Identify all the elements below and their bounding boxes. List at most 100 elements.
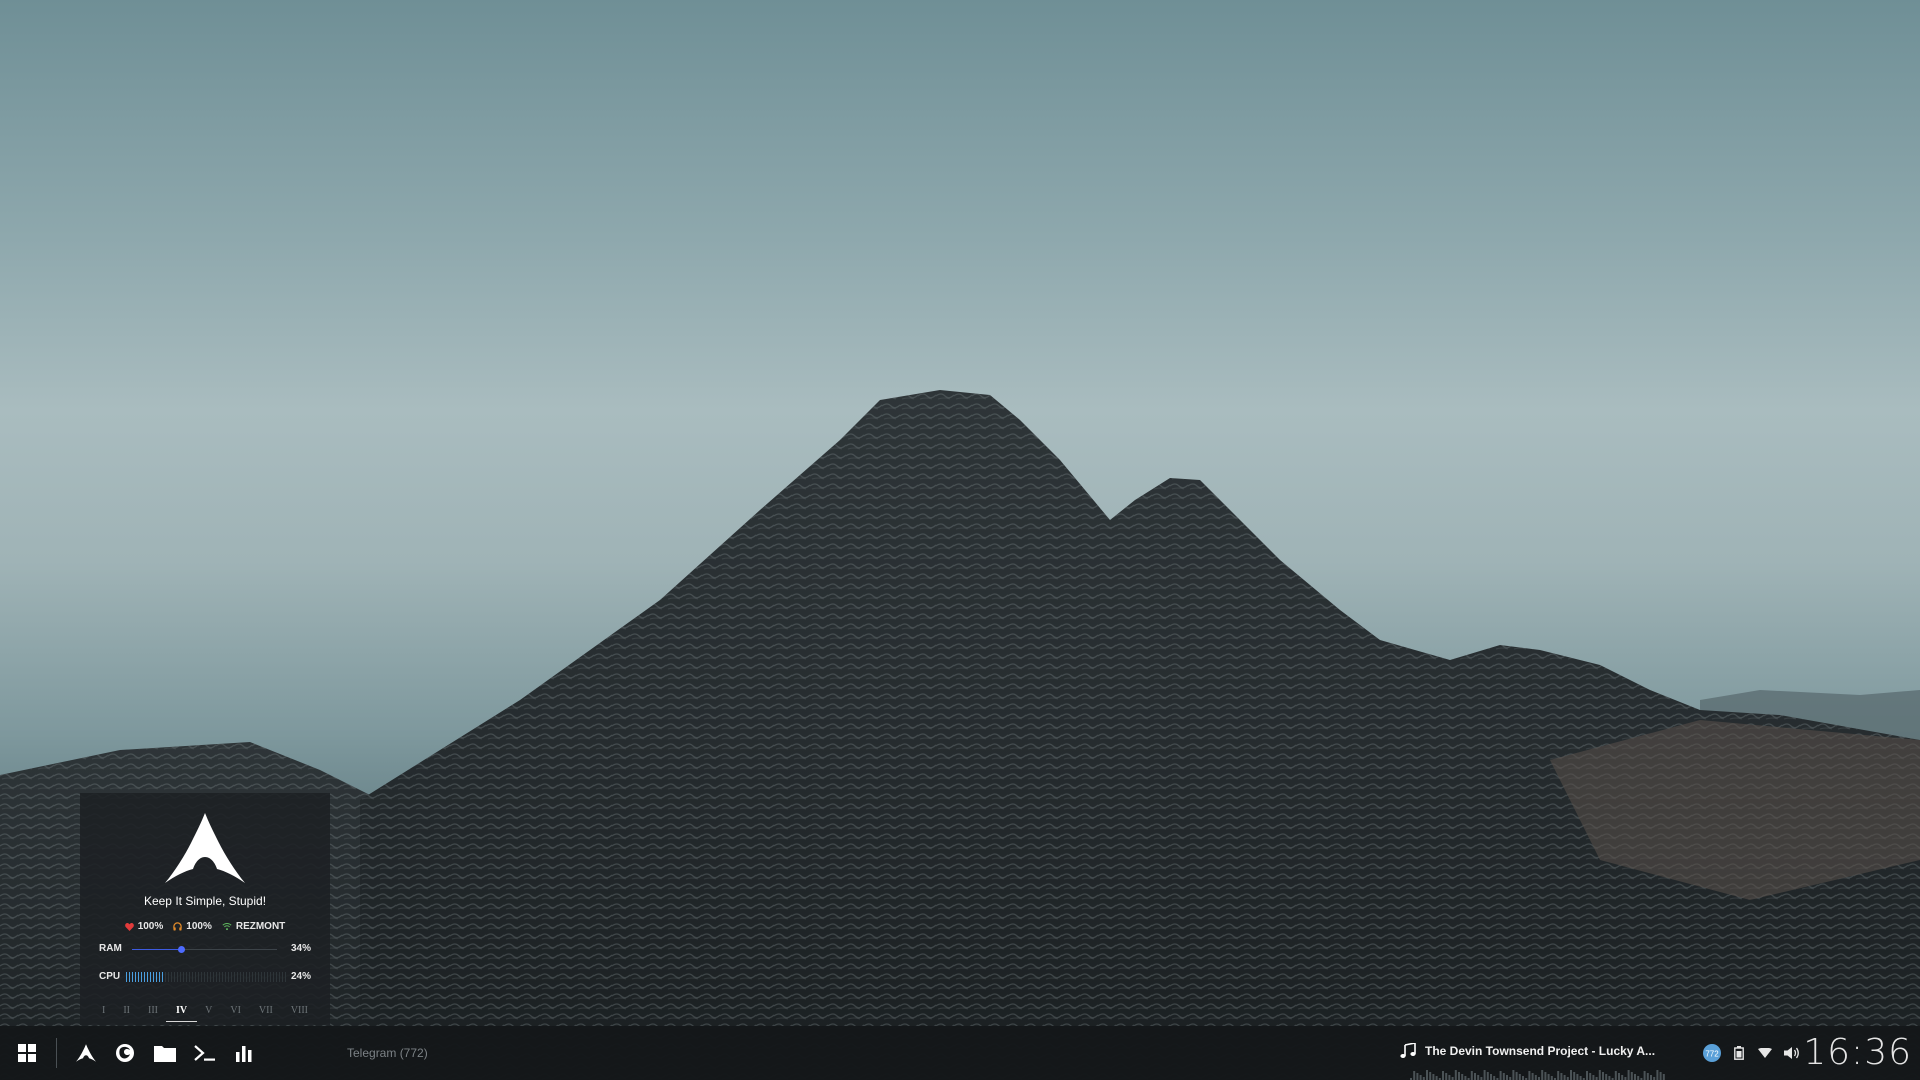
visualizer-bar [1627, 1070, 1630, 1080]
tray-network[interactable] [1753, 1026, 1777, 1080]
visualizer-bar [1499, 1071, 1502, 1080]
network-status: REZMONT [222, 921, 285, 932]
visualizer-bar [1662, 1074, 1665, 1080]
visualizer-bar [1493, 1076, 1496, 1080]
visualizer-bar [1515, 1072, 1518, 1080]
headphones-value: 100% [186, 921, 212, 932]
visualizer-bar [1461, 1074, 1464, 1080]
network-name: REZMONT [235, 921, 286, 932]
arch-logo-icon [165, 813, 245, 883]
arch-launcher[interactable] [66, 1026, 106, 1080]
visualizer-bar [1634, 1074, 1636, 1080]
visualizer-bar [1547, 1074, 1550, 1080]
visualizer-bar [1576, 1074, 1579, 1080]
visualizer-bar [1445, 1073, 1448, 1080]
visualizer-bar [1429, 1072, 1432, 1080]
workspace-3[interactable]: III [148, 1005, 158, 1025]
tray-telegram[interactable]: 772 [1700, 1026, 1724, 1080]
workspace-switcher: I II III IV V VI VII VIII [80, 1003, 330, 1025]
visualizer-bar [1646, 1073, 1649, 1080]
visualizer-bar [1637, 1076, 1640, 1080]
battery-status: 100% [124, 921, 163, 932]
visualizer-bar [1426, 1070, 1428, 1080]
tray-volume[interactable] [1780, 1026, 1804, 1080]
ram-track [132, 946, 277, 953]
files-launcher[interactable] [145, 1026, 185, 1080]
visualizer-bar [1579, 1076, 1582, 1080]
visualizer-bar [1470, 1071, 1473, 1080]
ram-value: 34% [290, 943, 311, 954]
now-playing-title: The Devin Townsend Project - Lucky A... [1425, 1044, 1656, 1058]
visualizer-bar [1586, 1071, 1588, 1080]
ram-fill [132, 949, 182, 950]
tray-battery[interactable] [1727, 1026, 1751, 1080]
visualizer-bar [1598, 1070, 1601, 1080]
visualizer-bar [1650, 1075, 1652, 1080]
taskbar-separator [56, 1038, 57, 1068]
headphones-icon [173, 922, 182, 931]
telegram-icon: 772 [1703, 1044, 1721, 1062]
workspace-2[interactable]: II [123, 1005, 130, 1025]
visualizer-bar [1506, 1075, 1508, 1080]
visualizer-bar [1589, 1073, 1592, 1080]
task-telegram[interactable]: Telegram (772) [347, 1046, 428, 1060]
ram-meter: RAM 34% [99, 943, 311, 957]
visualizer-bar [1416, 1073, 1419, 1080]
workspace-5[interactable]: V [205, 1005, 212, 1025]
windows-icon [18, 1044, 36, 1062]
visualizer-bar [1413, 1071, 1416, 1080]
visualizer-bar [1550, 1076, 1553, 1080]
visualizer-bar [1573, 1072, 1576, 1080]
folder-icon [154, 1046, 176, 1062]
visualizer-bar [1518, 1074, 1521, 1080]
visualizer-bar [1643, 1071, 1646, 1080]
wifi-icon [1758, 1048, 1772, 1058]
volume-icon [1784, 1047, 1799, 1059]
monitor-launcher[interactable] [224, 1026, 264, 1080]
visualizer-bar [1570, 1070, 1572, 1080]
music-note-icon [1400, 1043, 1416, 1058]
workspace-4[interactable]: IV [165, 1005, 198, 1025]
cpu-meter: CPU 24% [99, 971, 311, 985]
visualizer-bar [1557, 1071, 1560, 1080]
audio-visualizer [1410, 1070, 1665, 1080]
workspace-6[interactable]: VI [230, 1005, 241, 1025]
ram-knob [178, 946, 186, 953]
visualizer-bar [1531, 1073, 1534, 1080]
visualizer-bar [1432, 1074, 1435, 1080]
visualizer-bar [1483, 1070, 1486, 1080]
arch-icon [76, 1044, 96, 1062]
firefox-icon [116, 1044, 134, 1062]
telegram-badge: 772 [1705, 1050, 1719, 1059]
tagline: Keep It Simple, Stupid! [143, 894, 267, 908]
clock[interactable]: 16:36 [1803, 1032, 1912, 1073]
visualizer-bar [1608, 1076, 1611, 1080]
firefox-launcher[interactable] [105, 1026, 145, 1080]
bar-chart-icon [236, 1046, 252, 1062]
now-playing[interactable]: The Devin Townsend Project - Lucky A... [1400, 1043, 1655, 1059]
workspace-1[interactable]: I [102, 1005, 105, 1025]
visualizer-bar [1502, 1073, 1505, 1080]
battery-icon [1734, 1046, 1744, 1060]
visualizer-bar [1486, 1072, 1489, 1080]
visualizer-bar [1419, 1075, 1422, 1080]
visualizer-bar [1454, 1070, 1457, 1080]
workspace-7[interactable]: VII [259, 1005, 273, 1025]
cpu-value: 24% [290, 971, 311, 982]
workspace-8[interactable]: VIII [291, 1005, 308, 1025]
visualizer-bar [1522, 1076, 1524, 1080]
visualizer-bar [1477, 1075, 1480, 1080]
terminal-launcher[interactable] [185, 1026, 225, 1080]
visualizer-bar [1592, 1075, 1595, 1080]
visualizer-bar [1464, 1076, 1467, 1080]
visualizer-bar [1656, 1070, 1659, 1080]
workspace-list: I II III IV V VI VII VIII [80, 1005, 330, 1025]
visualizer-bar [1448, 1075, 1451, 1080]
start-button[interactable] [7, 1026, 47, 1080]
visualizer-bar [1435, 1076, 1438, 1080]
visualizer-bar [1541, 1070, 1544, 1080]
visualizer-bar [1474, 1073, 1476, 1080]
visualizer-bar [1602, 1072, 1604, 1080]
visualizer-bar [1544, 1072, 1547, 1080]
system-widget: Keep It Simple, Stupid! 100% 100% REZMON… [80, 793, 330, 1025]
